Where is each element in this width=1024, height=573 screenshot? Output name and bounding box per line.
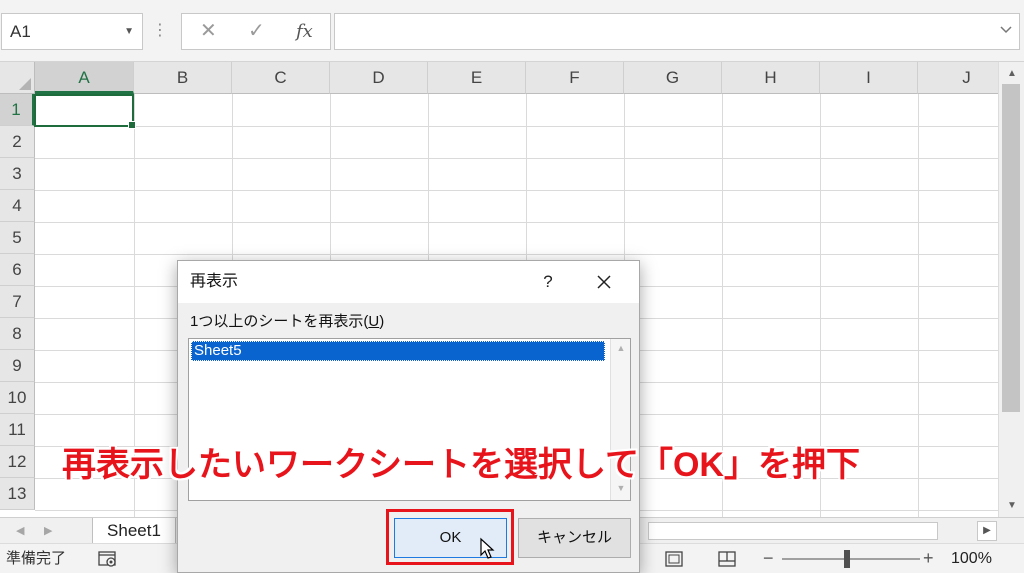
- ok-button-highlight: [386, 509, 514, 565]
- page-break-preview-icon[interactable]: [717, 551, 737, 567]
- gridline: [35, 254, 998, 255]
- row-header-10[interactable]: 10: [0, 382, 35, 414]
- formula-bar-grip-icon[interactable]: ⋮: [152, 18, 168, 44]
- next-sheet-icon[interactable]: ▶: [44, 518, 52, 544]
- column-header-e[interactable]: E: [428, 62, 526, 94]
- gridline: [35, 190, 998, 191]
- list-item-sheet5[interactable]: Sheet5: [191, 341, 605, 361]
- label-accelerator: U: [368, 313, 380, 330]
- page-layout-view-icon[interactable]: [664, 551, 684, 567]
- vertical-scrollbar[interactable]: ▲ ▼: [998, 62, 1024, 517]
- previous-sheet-icon[interactable]: ◀: [16, 518, 24, 544]
- column-header-h[interactable]: H: [722, 62, 820, 94]
- column-header-g[interactable]: G: [624, 62, 722, 94]
- column-header-a[interactable]: A: [35, 62, 134, 94]
- cancel-button[interactable]: キャンセル: [518, 518, 631, 558]
- select-all-corner[interactable]: [0, 62, 35, 94]
- row-header-1[interactable]: 1: [0, 94, 35, 126]
- sheet-list-label: 1つ以上のシートを再表示(U): [190, 311, 384, 333]
- formula-buttons: ✕ ✓ fx: [181, 13, 331, 50]
- label-suffix: ): [379, 313, 385, 330]
- row-header-2[interactable]: 2: [0, 126, 35, 158]
- formula-input[interactable]: [334, 13, 1020, 50]
- zoom-level[interactable]: 100%: [951, 544, 992, 573]
- instruction-caption: 再表示したいワークシートを選択して「OK」を押下: [62, 446, 860, 484]
- gridline: [35, 126, 998, 127]
- vertical-scroll-thumb[interactable]: [1002, 84, 1020, 412]
- scroll-right-icon[interactable]: ▶: [977, 521, 997, 541]
- name-box-dropdown-icon[interactable]: ▼: [124, 14, 134, 49]
- row-header-12[interactable]: 12: [0, 446, 35, 478]
- row-header-3[interactable]: 3: [0, 158, 35, 190]
- dialog-title: 再表示: [190, 273, 239, 290]
- insert-function-icon[interactable]: fx: [296, 14, 313, 49]
- column-header-d[interactable]: D: [330, 62, 428, 94]
- accessibility-check-icon[interactable]: [98, 551, 118, 568]
- zoom-slider-handle[interactable]: [844, 550, 850, 568]
- zoom-out-button[interactable]: −: [763, 544, 774, 572]
- row-header-8[interactable]: 8: [0, 318, 35, 350]
- name-box-value: A1: [10, 22, 31, 41]
- cancel-entry-icon[interactable]: ✕: [200, 14, 217, 49]
- column-header-b[interactable]: B: [134, 62, 232, 94]
- status-ready-text: 準備完了: [6, 550, 67, 567]
- row-header-6[interactable]: 6: [0, 254, 35, 286]
- row-header-13[interactable]: 13: [0, 478, 35, 510]
- horizontal-scrollbar[interactable]: [648, 522, 938, 540]
- row-header-7[interactable]: 7: [0, 286, 35, 318]
- confirm-entry-icon[interactable]: ✓: [248, 14, 265, 49]
- formula-bar: A1 ▼ ⋮ ✕ ✓ fx: [0, 0, 1024, 62]
- column-header-i[interactable]: I: [820, 62, 918, 94]
- column-header-f[interactable]: F: [526, 62, 624, 94]
- column-header-c[interactable]: C: [232, 62, 330, 94]
- gridline: [35, 222, 998, 223]
- expand-formula-bar-icon[interactable]: [999, 23, 1013, 37]
- active-cell-a1[interactable]: [34, 94, 136, 129]
- row-header-9[interactable]: 9: [0, 350, 35, 382]
- name-box[interactable]: A1 ▼: [1, 13, 143, 50]
- row-header-4[interactable]: 4: [0, 190, 35, 222]
- column-header-j[interactable]: J: [918, 62, 998, 94]
- zoom-slider[interactable]: [782, 558, 920, 560]
- help-button[interactable]: ?: [533, 261, 563, 303]
- zoom-in-button[interactable]: +: [923, 544, 934, 572]
- dialog-title-bar[interactable]: 再表示 ?: [178, 261, 639, 303]
- row-header-5[interactable]: 5: [0, 222, 35, 254]
- row-header-11[interactable]: 11: [0, 414, 35, 446]
- list-scroll-up-icon[interactable]: ▲: [611, 343, 631, 353]
- label-prefix: 1つ以上のシートを再表示(: [190, 313, 369, 330]
- scroll-down-icon[interactable]: ▼: [1004, 498, 1020, 514]
- scroll-up-icon[interactable]: ▲: [1004, 66, 1020, 82]
- gridline: [35, 158, 998, 159]
- close-icon[interactable]: [591, 269, 617, 295]
- sheet-tab-sheet1[interactable]: Sheet1: [92, 518, 176, 543]
